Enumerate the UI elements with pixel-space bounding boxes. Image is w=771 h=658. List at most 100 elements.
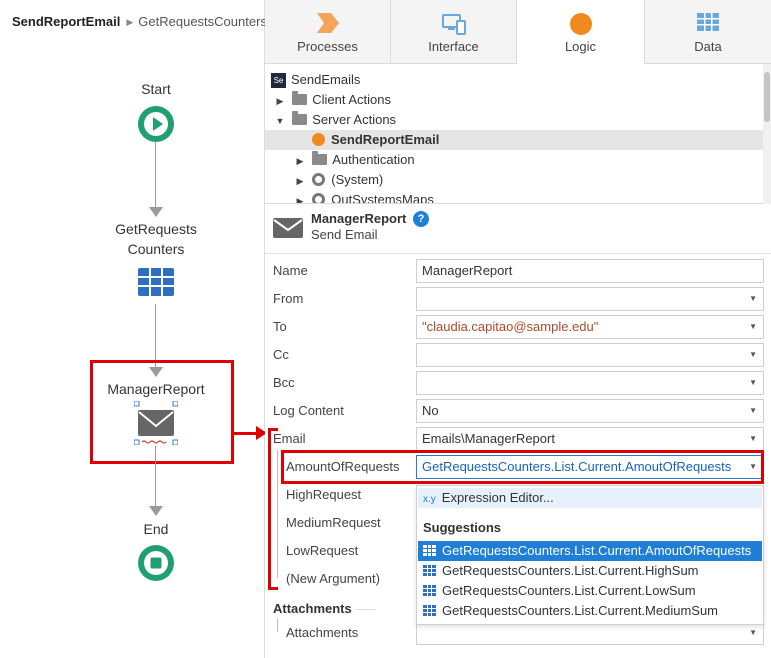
dropdown-arrow-icon[interactable]: ▼ [749, 372, 757, 394]
aggregate-node-label-line1: GetRequests [115, 221, 197, 237]
tree-item-send-report-email[interactable]: SendReportEmail [265, 130, 763, 150]
tree-item-label: (System) [331, 172, 384, 187]
server-action-icon [312, 133, 325, 146]
help-icon[interactable]: ? [413, 211, 429, 227]
end-node[interactable] [138, 545, 174, 581]
flow-connector [155, 446, 156, 508]
name-input[interactable]: ManagerReport [416, 259, 764, 283]
email-value: Emails\ManagerReport [422, 431, 555, 446]
arg-low-request-label[interactable]: LowRequest [286, 543, 358, 558]
flow-connector [155, 142, 156, 208]
from-field[interactable]: ▼ [416, 287, 764, 311]
flow-canvas[interactable]: SendReportEmail ▶ GetRequestsCounters Star… [0, 0, 267, 658]
tab-bar: Processes Interface Logic Data [265, 0, 771, 65]
tree-item-outsystemsmaps[interactable]: ▶ OutSystemsMaps [295, 190, 771, 203]
dropdown-arrow-icon[interactable]: ▼ [749, 316, 757, 338]
module-icon: Se [271, 73, 286, 88]
bcc-field[interactable]: ▼ [416, 371, 764, 395]
new-argument-label[interactable]: (New Argument) [286, 571, 380, 586]
folder-icon [312, 151, 328, 165]
tab-interface[interactable]: Interface [391, 0, 517, 64]
suggestions-dropdown: x.y Expression Editor... Suggestions GetR… [416, 485, 764, 625]
suggestions-heading: Suggestions [423, 520, 502, 535]
expand-caret-icon[interactable]: ▶ [275, 91, 285, 111]
tab-processes-label: Processes [297, 39, 358, 54]
cc-label: Cc [273, 347, 289, 362]
highlight-box [281, 450, 764, 484]
email-select[interactable]: Emails\ManagerReport ▼ [416, 427, 764, 451]
tab-logic[interactable]: Logic [517, 0, 645, 65]
right-pane: Processes Interface Logic Data Se SendEm… [265, 0, 771, 658]
collapse-caret-icon[interactable]: ▼ [275, 111, 285, 131]
name-label: Name [273, 263, 308, 278]
tree-item-label: Client Actions [312, 92, 391, 107]
section-divider [355, 609, 375, 610]
start-node-label: Start [141, 81, 171, 97]
dropdown-arrow-icon[interactable]: ▼ [749, 400, 757, 422]
suggestion-label: GetRequestsCounters.List.Current.LowSum [442, 583, 696, 598]
tree-item-server-actions[interactable]: ▼ Server Actions [275, 110, 771, 130]
table-icon [423, 565, 436, 576]
from-label: From [273, 291, 304, 306]
end-node-label: End [143, 521, 169, 537]
suggestion-item[interactable]: GetRequestsCounters.List.Current.HighSum [418, 561, 762, 581]
table-icon [423, 585, 436, 596]
log-content-select[interactable]: No ▼ [416, 399, 764, 423]
dropdown-arrow-icon[interactable]: ▼ [749, 344, 757, 366]
envelope-icon [273, 218, 303, 238]
tree-item-system[interactable]: ▶ (System) [295, 170, 771, 190]
to-field[interactable]: "claudia.capitao@sample.edu" ▼ [416, 315, 764, 339]
to-label: To [273, 319, 287, 334]
table-icon [423, 605, 436, 616]
suggestion-label: GetRequestsCounters.List.Current.HighSum [442, 563, 699, 578]
dropdown-arrow-icon[interactable]: ▼ [749, 428, 757, 450]
start-node[interactable] [138, 106, 174, 142]
expression-icon: x.y [423, 494, 436, 505]
suggestion-item[interactable]: GetRequestsCounters.List.Current.MediumS… [418, 601, 762, 621]
expand-caret-icon[interactable]: ▶ [295, 171, 305, 191]
suggestion-item[interactable]: GetRequestsCounters.List.Current.LowSum [418, 581, 762, 601]
arg-medium-request-label[interactable]: MediumRequest [286, 515, 381, 530]
expand-caret-icon[interactable]: ▶ [295, 191, 305, 203]
stop-icon [144, 551, 168, 575]
play-icon [144, 112, 168, 136]
tab-data[interactable]: Data [645, 0, 771, 64]
folder-icon [292, 111, 308, 125]
data-icon [697, 13, 719, 34]
system-module-icon [312, 173, 326, 186]
logic-tree: Se SendEmails ▶ Client Actions ▼ Server A… [265, 64, 771, 204]
envelope-icon [133, 400, 179, 446]
breadcrumb-separator-icon: ▶ [126, 17, 134, 27]
send-email-node[interactable] [133, 400, 179, 446]
tree-item-authentication[interactable]: ▶ Authentication [295, 150, 771, 170]
tree-item-label: Server Actions [312, 112, 397, 127]
tree-item-label: Authentication [332, 152, 415, 167]
tab-processes[interactable]: Processes [265, 0, 391, 64]
expand-caret-icon[interactable]: ▶ [295, 151, 305, 171]
tab-logic-label: Logic [564, 39, 597, 54]
attachments-label: Attachments [286, 625, 359, 640]
tree-root[interactable]: Se SendEmails [271, 70, 769, 90]
folder-icon [292, 91, 308, 105]
log-content-label: Log Content [273, 403, 344, 418]
attachments-section-title: Attachments [273, 601, 352, 616]
breadcrumb-action[interactable]: SendReportEmail [12, 14, 120, 29]
tree-scrollbar-thumb[interactable] [764, 72, 770, 122]
flow-arrow-icon [149, 506, 163, 516]
arg-high-request-label[interactable]: HighRequest [286, 487, 361, 502]
properties-header: ManagerReport Send Email ? [265, 204, 771, 254]
tree-item-client-actions[interactable]: ▶ Client Actions [275, 90, 771, 110]
expression-editor-label: Expression Editor... [441, 490, 554, 505]
expression-editor-option[interactable]: x.y Expression Editor... [418, 488, 762, 508]
dropdown-arrow-icon[interactable]: ▼ [749, 288, 757, 310]
suggestion-label: GetRequestsCounters.List.Current.AmoutOf… [442, 543, 752, 558]
logic-icon [569, 13, 592, 38]
system-module-icon [312, 193, 326, 203]
tree-root-label: SendEmails [291, 72, 361, 87]
suggestion-item[interactable]: GetRequestsCounters.List.Current.AmoutOf… [418, 541, 762, 561]
send-email-node-label: ManagerReport [107, 381, 205, 397]
to-value: "claudia.capitao@sample.edu" [422, 319, 599, 334]
aggregate-table-icon[interactable] [138, 268, 174, 296]
dropdown-arrow-icon[interactable]: ▼ [749, 622, 757, 644]
cc-field[interactable]: ▼ [416, 343, 764, 367]
